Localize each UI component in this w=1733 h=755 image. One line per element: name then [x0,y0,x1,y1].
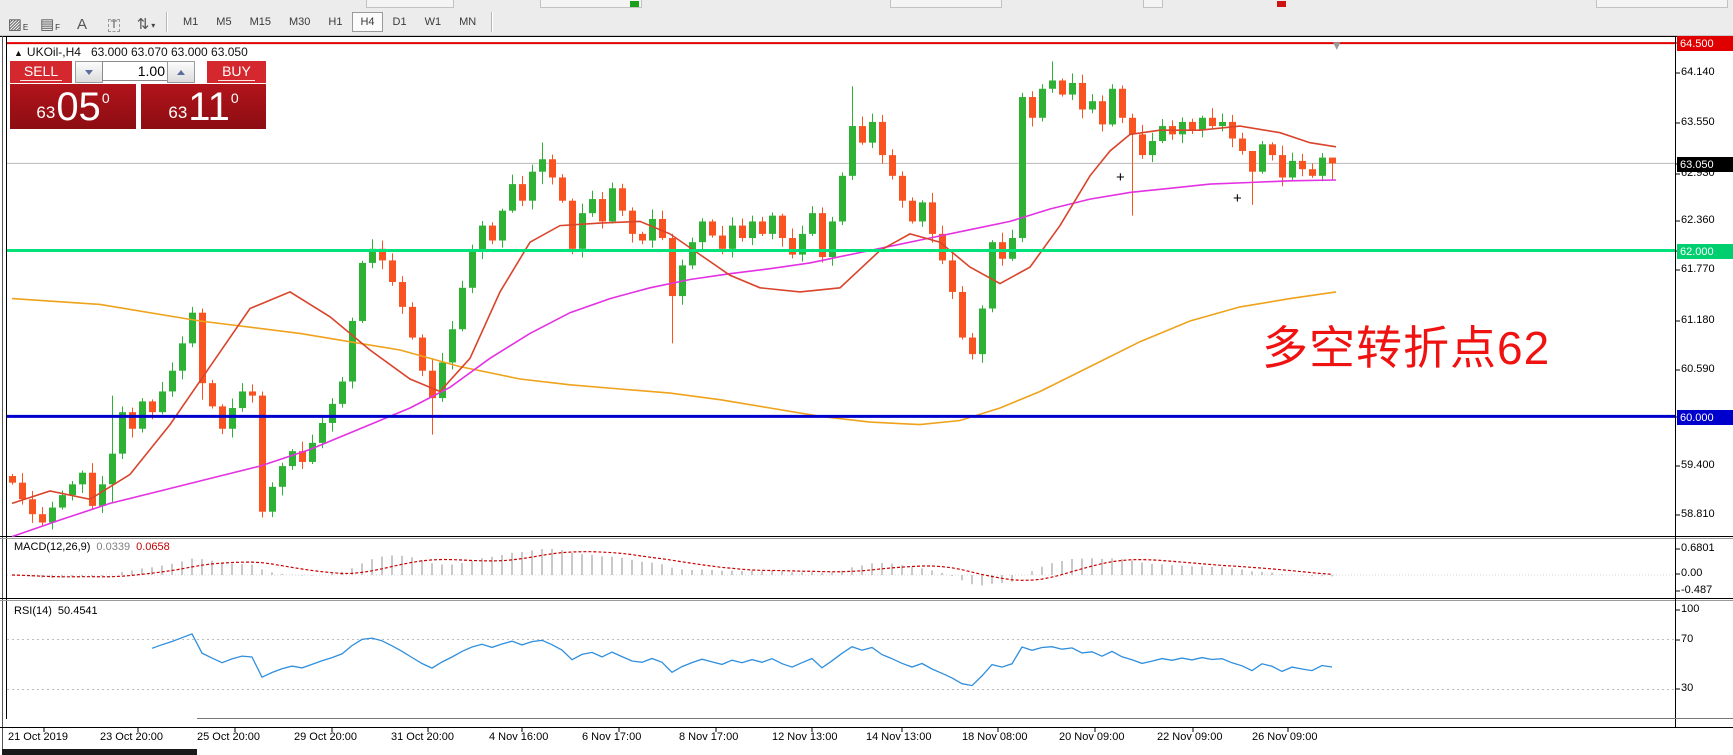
chart-marker: + [1233,190,1242,207]
date-axis-label: 18 Nov 08:00 [962,731,1028,743]
price-badge: 63.050 [1677,157,1733,172]
ask-prefix: 63 [168,103,188,122]
rsi-axis-label: 30 [1681,682,1694,694]
date-axis-label: 14 Nov 13:00 [866,731,932,743]
macd-name: MACD(12,26,9) [14,541,91,553]
volume-input[interactable] [102,61,170,81]
date-axis-label: 6 Nov 17:00 [582,731,642,743]
triangle-down-icon [85,69,93,75]
triangle-up-icon [177,69,185,75]
buy-button[interactable]: BUY [207,61,266,83]
price-badge: 62.000 [1677,244,1733,259]
ask-price-tile[interactable]: 63 11 0 [141,84,266,129]
bid-price-tile[interactable]: 63 05 0 [10,84,136,129]
price-badge: 64.500 [1677,36,1733,51]
rsi-name: RSI(14) [14,605,52,617]
macd-axis-label: -0.487 [1681,584,1713,596]
price-axis-label: 61.180 [1681,314,1715,326]
mt4-terminal-window: ▨ E ▤ F A T ⇅ ▾ M1 M5 M15 M30 H1 H4 D1 W1 MN ▲ UKOil-,H4… [0,0,1733,755]
price-axis-label: 62.360 [1681,214,1715,226]
date-axis-label: 21 Oct 2019 [8,731,68,743]
date-axis-label: 20 Nov 09:00 [1059,731,1125,743]
date-axis-label: 22 Nov 09:00 [1157,731,1223,743]
macd-axis-label: 0.00 [1681,567,1703,579]
date-axis-label: 26 Nov 09:00 [1252,731,1318,743]
date-axis-label: 4 Nov 16:00 [489,731,549,743]
price-axis-label: 63.550 [1681,116,1715,128]
symbol-period-label: UKOil-,H4 [26,45,81,59]
price-badge: 60.000 [1677,410,1733,425]
one-click-trading-panel: SELL BUY 63 05 0 63 11 0 [10,61,266,129]
rsi-value: 50.4541 [57,605,98,617]
macd-signal-value: 0.0658 [136,541,170,553]
ohlc-values: 63.000 63.070 63.000 63.050 [90,45,248,59]
sell-button[interactable]: SELL [10,61,72,83]
chart-marker: ▾ [1333,37,1341,54]
date-axis-label: 29 Oct 20:00 [294,731,357,743]
date-axis-label: 12 Nov 13:00 [772,731,838,743]
price-axis-label: 61.770 [1681,263,1715,275]
macd-label: MACD(12,26,9) 0.0339 0.0658 [14,541,170,553]
date-axis-label: 23 Oct 20:00 [100,731,163,743]
chart-marker: + [1116,169,1125,186]
buy-button-label: BUY [218,63,255,81]
chart-annotation-text: 多空转折点62 [1262,322,1551,374]
date-axis-label: 8 Nov 17:00 [679,731,739,743]
bid-prefix: 63 [36,103,56,122]
ask-big-digits: 11 [188,84,230,129]
ask-pip-digit: 0 [230,90,239,106]
bid-big-digits: 05 [56,84,101,129]
price-axis-label: 60.590 [1681,363,1715,375]
rsi-axis-label: 70 [1681,633,1694,645]
price-axis-label: 64.140 [1681,66,1715,78]
date-axis-label: 25 Oct 20:00 [197,731,260,743]
price-axis-label: 59.400 [1681,459,1715,471]
sell-button-label: SELL [19,63,63,81]
bid-pip-digit: 0 [101,90,110,106]
rsi-label: RSI(14) 50.4541 [14,605,98,617]
volume-decrease-button[interactable] [75,61,103,83]
chart-title: ▲ UKOil-,H4 63.000 63.070 63.000 63.050 [14,45,248,59]
price-axis-label: 58.810 [1681,508,1715,520]
volume-increase-button[interactable] [167,61,195,83]
horizontal-scrollbar-thumb[interactable] [2,749,197,755]
macd-main-value: 0.0339 [96,541,131,553]
rsi-axis-label: 100 [1681,603,1700,615]
date-axis-label: 31 Oct 20:00 [391,731,454,743]
collapse-arrow-icon[interactable]: ▲ [14,48,23,58]
macd-axis-label: 0.6801 [1681,542,1715,554]
